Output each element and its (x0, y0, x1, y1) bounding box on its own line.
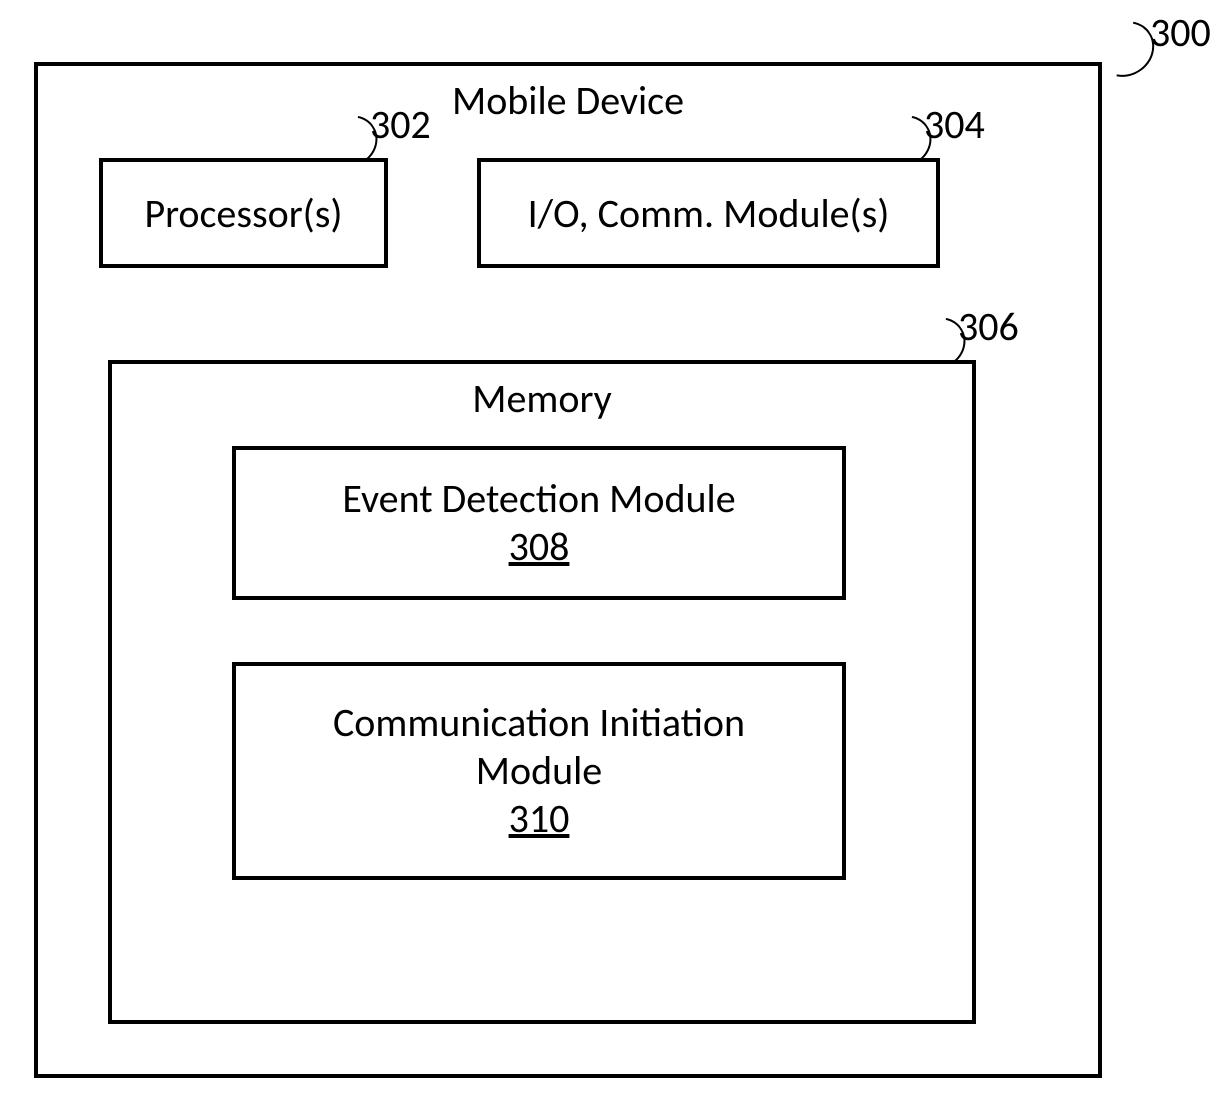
memory-title: Memory (112, 374, 972, 423)
ref-300: 300 (1150, 8, 1211, 57)
event-detection-ref: 308 (509, 523, 570, 571)
comm-initiation-ref: 310 (509, 795, 570, 843)
io-comm-label: I/O, Comm. Module(s) (481, 162, 936, 264)
ref-306: 306 (958, 302, 1019, 351)
ref-302: 302 (370, 100, 431, 149)
event-detection-label: Event Detection Module (342, 475, 735, 523)
processor-box: Processor(s) (99, 158, 388, 268)
comm-initiation-label-line2: Module (476, 747, 602, 795)
ref-304: 304 (924, 100, 985, 149)
comm-initiation-label-line1: Communication Initiation (333, 699, 745, 747)
event-detection-box: Event Detection Module 308 (232, 446, 846, 600)
comm-initiation-box: Communication Initiation Module 310 (232, 662, 846, 880)
io-comm-box: I/O, Comm. Module(s) (477, 158, 940, 268)
processor-label: Processor(s) (103, 162, 384, 264)
